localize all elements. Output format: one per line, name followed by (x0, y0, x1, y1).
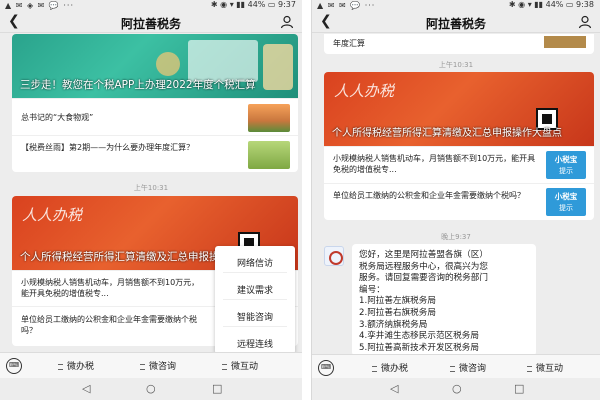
tab-wei-banshui[interactable]: 微办税 (372, 361, 408, 374)
menu-item-suggestion[interactable]: 建议需求 (215, 283, 295, 296)
keyboard-icon[interactable]: ⌨ (318, 360, 334, 376)
article-headline: 三步走！教您在个税APP上办理2022年度个税汇算 (20, 79, 256, 91)
article-thumbnail (248, 141, 290, 169)
page-title: 阿拉善税务 (425, 17, 486, 31)
nav-recent-icon[interactable]: □ (514, 382, 524, 395)
keyboard-icon[interactable]: ⌨ (6, 358, 22, 374)
timestamp: 上午10:31 (438, 61, 474, 69)
list-item-title: 小规模纳税人销售机动车，月销售额不到10万元，能开具免税的增值税专... (21, 278, 200, 298)
menu-icon (372, 365, 377, 372)
nav-home-icon[interactable]: ○ (452, 382, 462, 395)
user-icon[interactable] (578, 15, 592, 29)
status-right: ✱ ◉ ▾ ▮▮ 44% ▭ 9:37 (210, 0, 296, 9)
tab-wei-banshui[interactable]: 微办税 (58, 359, 94, 372)
list-item-title: 单位给员工缴纳的公积金和企业年金需要缴纳个税吗？ (21, 315, 197, 335)
status-right: ✱ ◉ ▾ ▮▮ 44% ▭ 9:38 (508, 0, 594, 9)
timestamp: 晚上9:37 (441, 233, 471, 241)
list-item-title: 总书记的“大食物观” (21, 113, 94, 122)
menu-icon (527, 365, 532, 372)
menu-icon (222, 363, 227, 370)
notification-icons: ▲ ✉ ◈ ✉ 💬 ··· (5, 1, 75, 10)
popup-menu: 网络信访 建议需求 智能咨询 远程连线 (215, 246, 295, 354)
article-card[interactable]: 三步走！教您在个税APP上办理2022年度个税汇算 总书记的“大食物观” 【税费… (12, 34, 298, 172)
system-nav-bar: ◁ ○ □ (312, 378, 600, 400)
menu-icon (58, 363, 63, 370)
nav-home-icon[interactable]: ○ (146, 382, 156, 395)
list-item[interactable]: 单位给员工缴纳的公积金和企业年金需要缴纳个税吗？ 小税宝 提示 (324, 183, 594, 220)
article-banner[interactable]: 三步走！教您在个税APP上办理2022年度个税汇算 (12, 34, 298, 98)
xiaoshuibao-badge: 小税宝 提示 (546, 151, 586, 179)
article-card[interactable]: 年度汇算 (324, 34, 594, 54)
right-phone-screen: ▲ ✉ ✉ 💬 ··· ✱ ◉ ▾ ▮▮ 44% ▭ 9:38 ❮ 阿拉善税务 … (311, 0, 600, 400)
user-icon[interactable] (280, 15, 294, 29)
menu-divider (223, 299, 287, 300)
list-item-title: 【税费丝雨】第2期——为什么要办理年度汇算？ (21, 143, 195, 152)
status-bar: ▲ ✉ ✉ 💬 ··· ✱ ◉ ▾ ▮▮ 44% ▭ 9:38 (312, 0, 600, 11)
left-phone-screen: ▲ ✉ ◈ ✉ 💬 ··· ✱ ◉ ▾ ▮▮ 44% ▭ 9:37 ❮ 阿拉善税… (0, 0, 302, 400)
xiaoshuibao-badge: 小税宝 提示 (546, 188, 586, 216)
chat-header: ❮ 阿拉善税务 (0, 11, 302, 33)
menu-divider (223, 272, 287, 273)
menu-item-online-petition[interactable]: 网络信访 (215, 256, 295, 269)
notification-icons: ▲ ✉ ✉ 💬 ··· (317, 1, 376, 10)
page-title: 阿拉善税务 (120, 17, 181, 31)
list-item-title: 小规模纳税人销售机动车，月销售额不到10万元，能开具免税的增值税专... (333, 154, 536, 174)
timestamp: 上午10:31 (133, 184, 169, 192)
status-bar: ▲ ✉ ◈ ✉ 💬 ··· ✱ ◉ ▾ ▮▮ 44% ▭ 9:37 (0, 0, 302, 11)
nav-back-icon[interactable]: ◁ (82, 382, 90, 395)
banner-calligraphy: 人人办税 (22, 206, 83, 224)
menu-item-remote-connect[interactable]: 远程连线 (215, 337, 295, 350)
chat-header: ❮ 阿拉善税务 (312, 11, 600, 33)
list-item[interactable]: 【税费丝雨】第2期——为什么要办理年度汇算？ (12, 135, 298, 172)
tab-wei-hudong[interactable]: 微互动 (222, 359, 258, 372)
chat-menu-bar: ⌨ 微办税 微咨询 微互动 (0, 352, 302, 378)
list-item[interactable]: 总书记的“大食物观” (12, 98, 298, 135)
nav-recent-icon[interactable]: □ (212, 382, 222, 395)
nav-back-icon[interactable]: ◁ (390, 382, 398, 395)
article-thumbnail (544, 36, 586, 48)
menu-divider (223, 326, 287, 327)
list-item[interactable]: 小规模纳税人销售机动车，月销售额不到10万元，能开具免税的增值税专... 小税宝… (324, 146, 594, 183)
list-item-title: 单位给员工缴纳的公积金和企业年金需要缴纳个税吗？ (333, 191, 525, 200)
chat-menu-bar: ⌨ 微办税 微咨询 微互动 (312, 354, 600, 380)
tax-bureau-avatar[interactable] (324, 246, 344, 266)
article-banner[interactable]: 人人办税 个人所得税经营所得汇算清缴及汇总申报操作大盘点 (324, 72, 594, 146)
tab-wei-zixun[interactable]: 微咨询 (450, 361, 486, 374)
message-bubble: 您好，这里是阿拉善盟各旗（区） 税务局远程服务中心，很高兴为您 服务。请回复需要… (352, 244, 536, 356)
article-headline: 个人所得税经营所得汇算清缴及汇总申报操作大盘点 (332, 128, 562, 139)
menu-icon (450, 365, 455, 372)
tab-wei-hudong[interactable]: 微互动 (527, 361, 563, 374)
tab-wei-zixun[interactable]: 微咨询 (140, 359, 176, 372)
list-item-title: 年度汇算 (333, 39, 365, 48)
banner-calligraphy: 人人办税 (334, 82, 395, 100)
menu-icon (140, 363, 145, 370)
system-nav-bar: ◁ ○ □ (0, 378, 302, 400)
article-thumbnail (248, 104, 290, 132)
article-card[interactable]: 人人办税 个人所得税经营所得汇算清缴及汇总申报操作大盘点 小规模纳税人销售机动车… (324, 72, 594, 220)
menu-item-smart-consult[interactable]: 智能咨询 (215, 310, 295, 323)
